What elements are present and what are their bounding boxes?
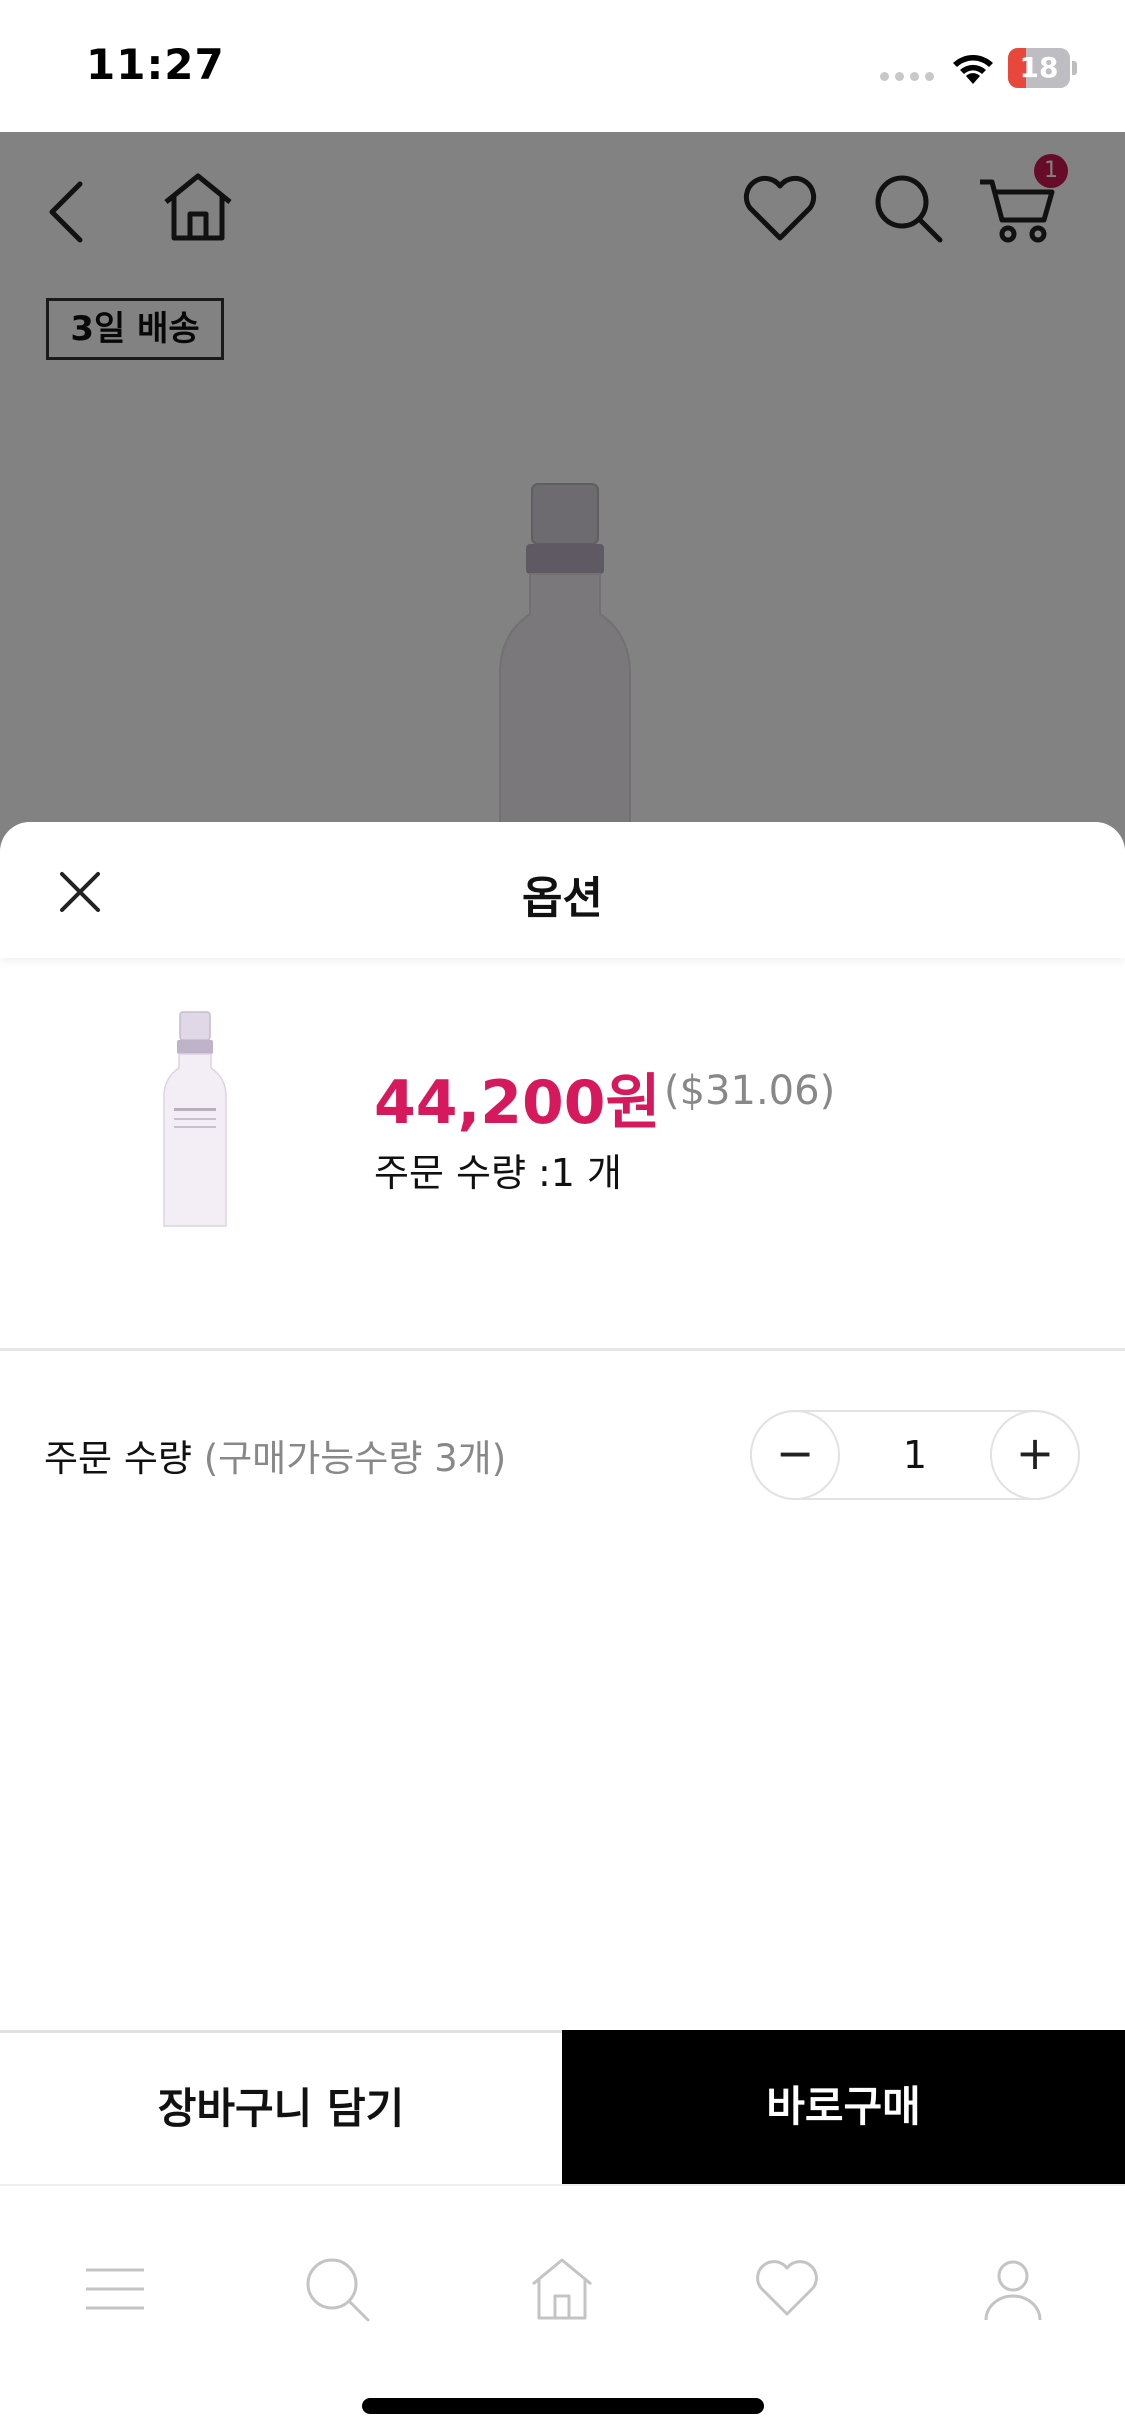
sheet-header: 옵션 — [0, 822, 1125, 958]
profile-icon[interactable] — [978, 2254, 1048, 2324]
home-indicator[interactable] — [362, 2398, 764, 2414]
status-time: 11:27 — [86, 40, 225, 89]
option-bottom-sheet: 옵션 44,200원 ($31.06) 주문 수량 :1 개 주문 수량 (구매… — [0, 822, 1125, 2436]
purchase-action-bar: 장바구니 담기 바로구매 — [0, 2030, 1125, 2184]
product-price-krw: 44,200원 — [374, 1068, 661, 1138]
increase-quantity-button[interactable]: + — [990, 1410, 1080, 1500]
menu-icon[interactable] — [80, 2254, 150, 2324]
heart-tab-icon[interactable] — [752, 2254, 822, 2324]
home-tab-icon[interactable] — [527, 2254, 597, 2324]
wifi-icon — [953, 55, 993, 84]
add-to-cart-button[interactable]: 장바구니 담기 — [0, 2033, 562, 2184]
divider — [0, 1348, 1125, 1351]
product-thumbnail — [163, 1011, 227, 1227]
quantity-limit-hint: (구매가능수량 3개) — [203, 1437, 507, 1480]
product-summary: 44,200원 ($31.06) 주문 수량 :1 개 — [0, 958, 1125, 1227]
quantity-stepper: − 1 + — [750, 1410, 1080, 1500]
sheet-title: 옵션 — [522, 873, 603, 924]
battery-level: 18 — [1019, 51, 1059, 84]
quantity-label: 주문 수량 — [44, 1437, 192, 1480]
decrease-quantity-button[interactable]: − — [750, 1410, 840, 1500]
quantity-label-row: 주문 수량 (구매가능수량 3개) — [44, 1428, 506, 1482]
cellular-signal-icon — [880, 72, 934, 81]
quantity-value[interactable]: 1 — [842, 1412, 988, 1498]
search-tab-icon[interactable] — [302, 2254, 372, 2324]
battery-icon: 18 — [1008, 48, 1077, 88]
buy-now-button[interactable]: 바로구매 — [562, 2030, 1125, 2184]
status-bar: 11:27 18 — [0, 0, 1125, 132]
order-quantity-summary: 주문 수량 :1 개 — [374, 1151, 623, 1195]
product-price-usd: ($31.06) — [664, 1068, 836, 1114]
